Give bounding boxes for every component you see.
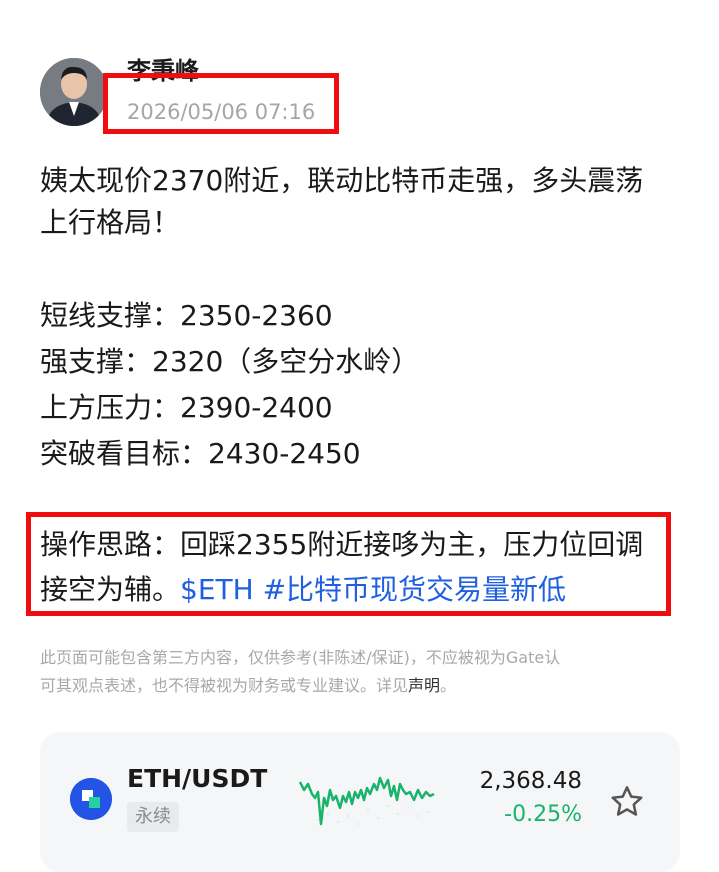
eth-ticker-link[interactable]: $ETH <box>180 573 254 606</box>
author-name[interactable]: 李秉峰 <box>127 56 199 86</box>
disclaimer-line: 此页面可能包含第三方内容，仅供参考(非陈述/保证)，不应被视为Gate认 <box>40 648 561 667</box>
statement-link[interactable]: 声明 <box>408 676 440 695</box>
level-resistance: 上方压力：2390-2400 <box>40 391 333 424</box>
favorite-star-icon[interactable] <box>608 783 646 821</box>
post-timestamp: 2026/05/06 07:16 <box>127 100 316 124</box>
strategy-text-line-2: 接空为辅。$ETH #比特币现货交易量新低 <box>40 567 680 613</box>
level-short-support: 短线支撑：2350-2360 <box>40 299 333 332</box>
disclaimer: 此页面可能包含第三方内容，仅供参考(非陈述/保证)，不应被视为Gate认 可其观… <box>40 644 680 700</box>
strategy-text-line: 操作思路：回踩2355附近接哆为主，压力位回调 <box>40 528 644 561</box>
perpetual-badge: 永续 <box>127 802 179 832</box>
level-breakout-target: 突破看目标：2430-2450 <box>40 437 361 470</box>
trading-pair[interactable]: ETH/USDT <box>127 764 267 793</box>
price-change: -0.25% <box>504 802 582 827</box>
topic-hashtag-link[interactable]: #比特币现货交易量新低 <box>263 573 566 606</box>
strategy-text: 接空为辅。 <box>40 573 181 606</box>
price-sparkline <box>298 776 435 826</box>
disclaimer-suffix: 。 <box>440 676 457 695</box>
author-avatar[interactable] <box>40 58 108 126</box>
last-price: 2,368.48 <box>479 768 582 794</box>
post-text-line: 上行格局！ <box>40 206 181 239</box>
eth-coin-icon <box>70 778 112 820</box>
disclaimer-line-2: 可其观点表述，也不得被视为财务或专业建议。详见声明。 <box>40 672 680 700</box>
disclaimer-text: 可其观点表述，也不得被视为财务或专业建议。详见 <box>40 676 409 695</box>
post-text-line: 姨太现价2370附近，联动比特币走强，多头震荡 <box>40 164 644 197</box>
level-strong-support: 强支撑：2320（多空分水岭） <box>40 345 420 378</box>
